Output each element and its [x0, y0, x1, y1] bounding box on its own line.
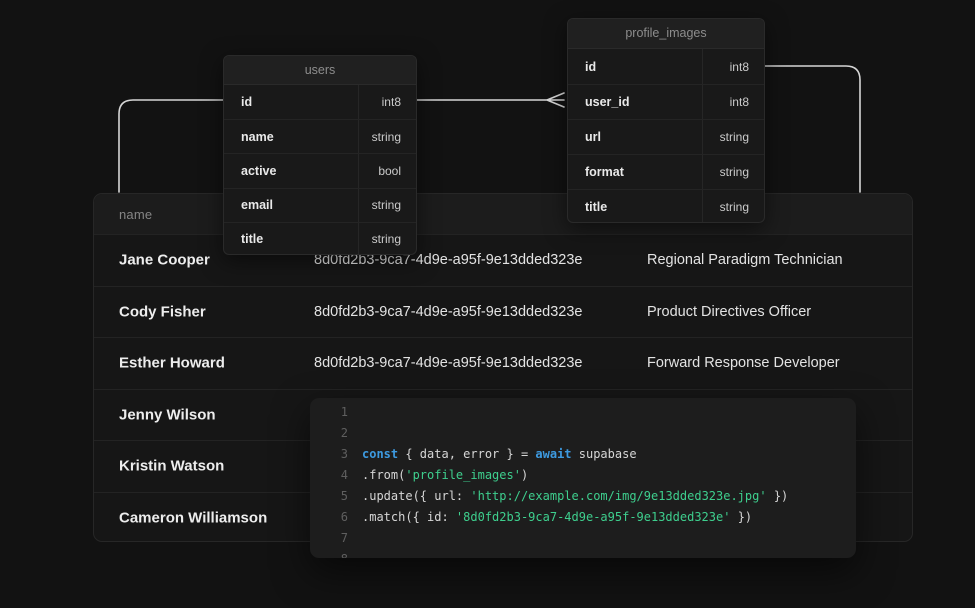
line-number: 8 [310, 549, 348, 558]
code-text: .update({ url: 'http://example.com/img/9… [362, 486, 788, 507]
line-number: 6 [310, 507, 348, 528]
field-type: int8 [358, 85, 416, 119]
field-type: int8 [702, 49, 764, 84]
code-token: { data, error } = [398, 447, 535, 461]
relationship-line-profile-images-to-table [765, 66, 860, 192]
code-text: .match({ id: '8d0fd2b3-9ca7-4d9e-a95f-9e… [362, 507, 752, 528]
field-type: string [358, 120, 416, 153]
field-name: format [568, 165, 702, 179]
code-token: supabase [572, 447, 637, 461]
code-token: ) [521, 468, 528, 482]
cell-name: Cody Fisher [119, 303, 206, 320]
code-token: .match({ id: [362, 510, 456, 524]
field-name: email [224, 198, 358, 212]
field-type: int8 [702, 85, 764, 119]
schema-table-users-title: users [224, 56, 416, 85]
field-name: url [568, 130, 702, 144]
line-number: 5 [310, 486, 348, 507]
line-number: 3 [310, 444, 348, 465]
schema-field-row: title string [568, 189, 764, 223]
field-type: string [358, 189, 416, 222]
code-line: 7 [310, 528, 856, 549]
schema-field-row: email string [224, 188, 416, 222]
cell-name: Esther Howard [119, 355, 225, 372]
schema-field-row: format string [568, 154, 764, 189]
cell-name: Kristin Watson [119, 458, 224, 475]
code-line: 8 [310, 549, 856, 558]
code-line: 5 .update({ url: 'http://example.com/img… [310, 486, 856, 507]
code-line: 6 .match({ id: '8d0fd2b3-9ca7-4d9e-a95f-… [310, 507, 856, 528]
line-number: 2 [310, 423, 348, 444]
field-name: title [224, 232, 358, 246]
schema-table-users[interactable]: users id int8 name string active bool em… [223, 55, 417, 255]
cell-name: Jenny Wilson [119, 406, 216, 423]
field-name: id [224, 95, 358, 109]
table-header-row: name [94, 194, 912, 234]
relationship-line-users-to-table [119, 100, 223, 192]
code-token: 'profile_images' [405, 468, 521, 482]
code-line: 2 [310, 423, 856, 444]
cell-name: Cameron Williamson [119, 509, 267, 526]
field-name: name [224, 130, 358, 144]
line-number: 1 [310, 402, 348, 423]
code-line: 1 [310, 402, 856, 423]
field-type: string [702, 120, 764, 154]
cell-title: Regional Paradigm Technician [647, 252, 843, 268]
code-token: }) [767, 489, 789, 503]
field-name: id [568, 60, 702, 74]
field-type: string [358, 223, 416, 255]
schema-field-row: id int8 [224, 85, 416, 119]
schema-table-profile-images-title: profile_images [568, 19, 764, 49]
code-text: const { data, error } = await supabase [362, 444, 637, 465]
cell-title: Forward Response Developer [647, 355, 840, 371]
code-token: .from( [362, 468, 405, 482]
schema-field-row: name string [224, 119, 416, 153]
field-type: bool [358, 154, 416, 187]
schema-table-profile-images[interactable]: profile_images id int8 user_id int8 url … [567, 18, 765, 223]
field-type: string [702, 190, 764, 223]
code-text: .from('profile_images') [362, 465, 528, 486]
code-token: .update({ url: [362, 489, 470, 503]
cell-uuid: 8d0fd2b3-9ca7-4d9e-a95f-9e13dded323e [314, 304, 582, 320]
code-token: await [535, 447, 571, 461]
schema-field-row: title string [224, 222, 416, 255]
field-name: title [568, 200, 702, 214]
field-name: active [224, 164, 358, 178]
field-type: string [702, 155, 764, 189]
relationship-line-users-to-profile-images [417, 93, 564, 107]
cell-name: Jane Cooper [119, 252, 210, 269]
table-row[interactable]: Jane Cooper 8d0fd2b3-9ca7-4d9e-a95f-9e13… [94, 234, 912, 286]
table-row[interactable]: Cody Fisher 8d0fd2b3-9ca7-4d9e-a95f-9e13… [94, 286, 912, 338]
column-header-name: name [119, 207, 152, 222]
schema-table-users-fields: id int8 name string active bool email st… [224, 85, 416, 255]
code-token: 'http://example.com/img/9e13dded323e.jpg… [470, 489, 766, 503]
code-token: }) [730, 510, 752, 524]
table-row[interactable]: Esther Howard 8d0fd2b3-9ca7-4d9e-a95f-9e… [94, 337, 912, 389]
code-token: '8d0fd2b3-9ca7-4d9e-a95f-9e13dded323e' [456, 510, 731, 524]
schema-field-row: user_id int8 [568, 84, 764, 119]
code-line: 4 .from('profile_images') [310, 465, 856, 486]
code-line: 3 const { data, error } = await supabase [310, 444, 856, 465]
cell-title: Product Directives Officer [647, 304, 811, 320]
schema-field-row: url string [568, 119, 764, 154]
schema-table-profile-images-fields: id int8 user_id int8 url string format s… [568, 49, 764, 223]
code-editor[interactable]: 1 2 3 const { data, error } = await supa… [310, 398, 856, 558]
line-number: 7 [310, 528, 348, 549]
line-number: 4 [310, 465, 348, 486]
field-name: user_id [568, 95, 702, 109]
cell-uuid: 8d0fd2b3-9ca7-4d9e-a95f-9e13dded323e [314, 355, 582, 371]
code-token: const [362, 447, 398, 461]
canvas: name Jane Cooper 8d0fd2b3-9ca7-4d9e-a95f… [0, 0, 975, 608]
code-lines: 1 2 3 const { data, error } = await supa… [310, 402, 856, 558]
schema-field-row: active bool [224, 153, 416, 187]
schema-field-row: id int8 [568, 49, 764, 84]
